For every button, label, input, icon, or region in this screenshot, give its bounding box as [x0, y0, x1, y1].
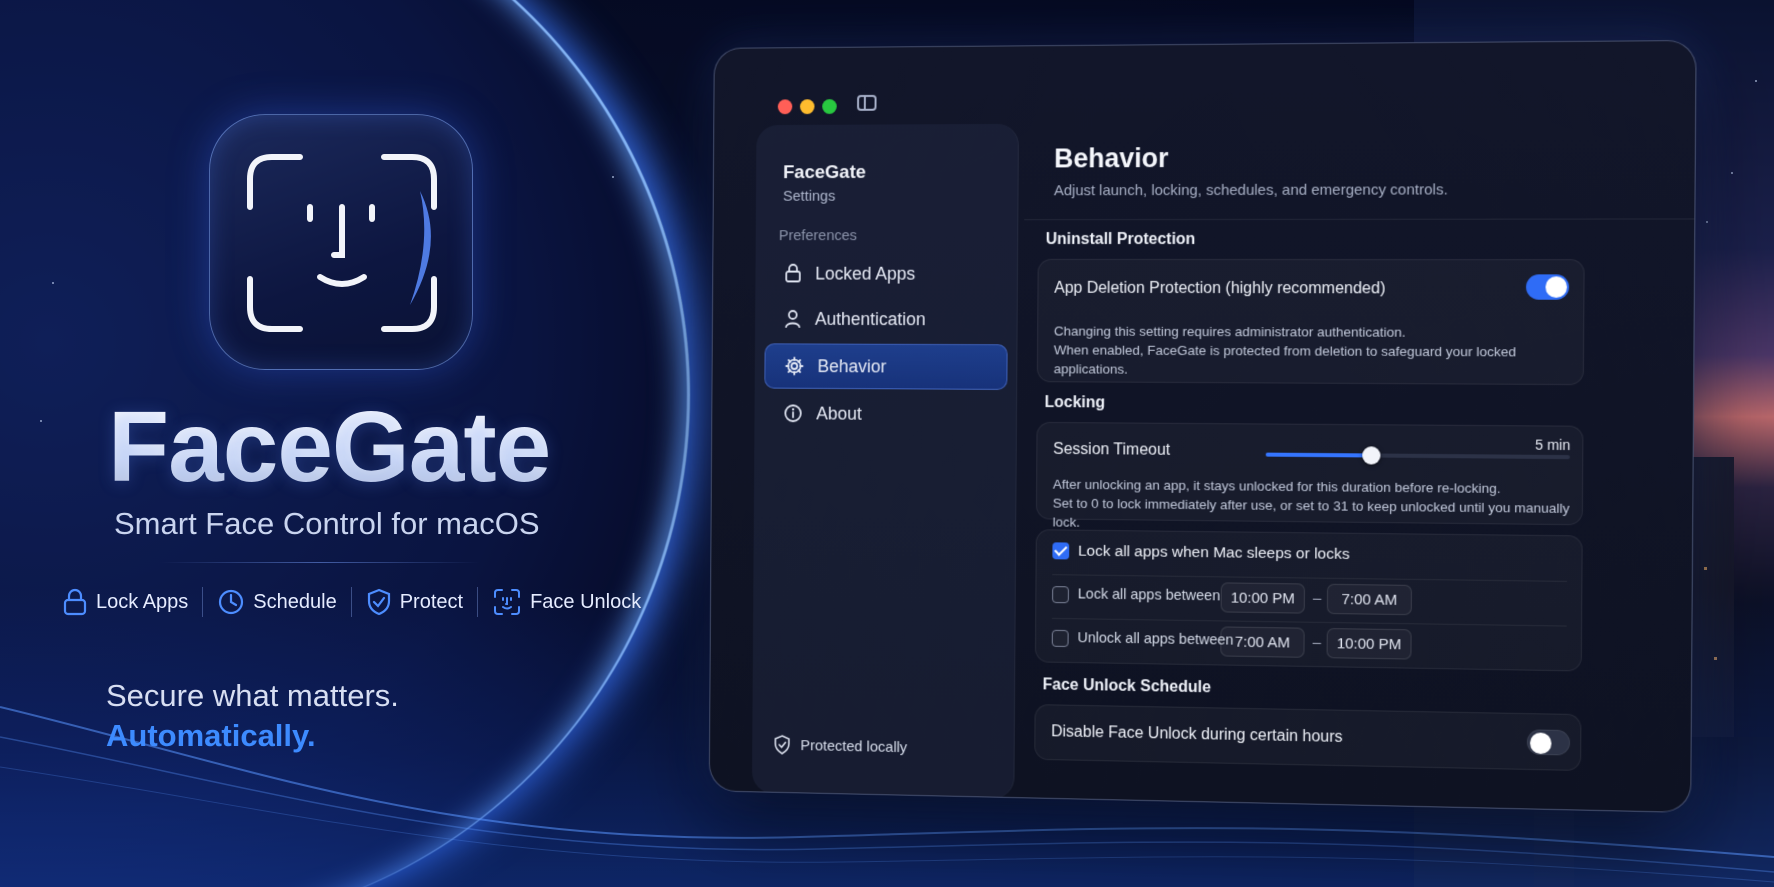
sidebar-item-locked-apps[interactable]: Locked Apps: [765, 251, 1008, 297]
sleep-lock-checkbox[interactable]: [1052, 542, 1069, 559]
sidebar-item-label: Locked Apps: [815, 263, 915, 284]
lock-between-checkbox[interactable]: [1052, 586, 1069, 603]
session-timeout-value: 5 min: [1535, 437, 1570, 454]
disable-face-unlock-label: Disable Face Unlock during certain hours: [1051, 723, 1343, 747]
lock-between-label: Lock all apps between: [1078, 586, 1221, 604]
sidebar-app-name: FaceGate: [783, 162, 866, 184]
feature-label: Face Unlock: [530, 591, 641, 614]
facegate-app-icon: [209, 114, 473, 370]
lock-icon: [62, 588, 88, 616]
feature-lock-apps: Lock Apps: [48, 588, 202, 616]
session-timeout-slider-thumb[interactable]: [1362, 446, 1380, 464]
section-locking: Locking: [1045, 394, 1106, 412]
brand-title: FaceGate: [108, 390, 550, 505]
feature-protect: Protect: [352, 588, 477, 616]
app-deletion-protection-label: App Deletion Protection (highly recommen…: [1054, 280, 1385, 299]
sidebar-app-subtitle: Settings: [783, 188, 835, 205]
time-range-dash: –: [1313, 634, 1322, 651]
feature-label: Protect: [400, 591, 463, 614]
uninstall-protection-card: App Deletion Protection (highly recommen…: [1037, 259, 1585, 385]
protection-status-text: Protected locally: [800, 737, 907, 756]
unlock-between-checkbox[interactable]: [1052, 630, 1069, 647]
shield-check-icon: [366, 588, 392, 616]
lock-start-time-field[interactable]: 10:00 PM: [1221, 582, 1305, 613]
info-icon: [783, 403, 802, 423]
clock-icon: [217, 588, 245, 616]
feature-schedule: Schedule: [203, 588, 350, 616]
time-range-dash: –: [1313, 590, 1322, 607]
page-title: Behavior: [1054, 143, 1169, 174]
session-timeout-slider[interactable]: [1266, 453, 1570, 460]
sidebar-item-behavior[interactable]: Behavior: [764, 343, 1007, 390]
disable-face-unlock-toggle[interactable]: [1527, 729, 1570, 755]
tagline-divider: [160, 562, 480, 563]
lock-icon: [784, 264, 801, 284]
sidebar: FaceGate Settings Preferences Locked App…: [752, 124, 1019, 799]
tagline: Smart Face Control for macOS: [114, 506, 540, 542]
person-icon: [784, 309, 801, 329]
feature-label: Lock Apps: [96, 591, 188, 614]
sidebar-item-about[interactable]: About: [764, 391, 1007, 438]
page-subtitle: Adjust launch, locking, schedules, and e…: [1054, 181, 1448, 199]
main-panel: Behavior Adjust launch, locking, schedul…: [1020, 41, 1696, 812]
feature-label: Schedule: [253, 591, 336, 614]
sidebar-section-label: Preferences: [779, 227, 857, 244]
unlock-end-time-field[interactable]: 10:00 PM: [1327, 628, 1412, 660]
settings-window: FaceGate Settings Preferences Locked App…: [709, 40, 1697, 813]
session-timeout-label: Session Timeout: [1053, 441, 1170, 460]
section-face-unlock-schedule: Face Unlock Schedule: [1043, 676, 1211, 697]
close-window-button[interactable]: [778, 99, 793, 114]
session-timeout-card: Session Timeout 5 min After unlocking an…: [1036, 422, 1584, 525]
zoom-window-button[interactable]: [822, 99, 837, 114]
feature-list: Lock Apps Schedule Protect Face Unlock: [48, 587, 655, 617]
shield-check-icon: [773, 735, 790, 755]
app-deletion-protection-toggle[interactable]: [1526, 274, 1569, 299]
feature-face-unlock: Face Unlock: [478, 587, 655, 617]
sidebar-item-label: Behavior: [817, 356, 886, 377]
lock-end-time-field[interactable]: 7:00 AM: [1327, 584, 1412, 615]
sidebar-item-authentication[interactable]: Authentication: [765, 296, 1008, 342]
gear-icon: [785, 356, 804, 376]
sidebar-item-label: About: [816, 403, 862, 424]
minimize-window-button[interactable]: [800, 99, 815, 114]
section-uninstall-protection: Uninstall Protection: [1046, 231, 1196, 249]
sidebar-toggle-icon[interactable]: [857, 95, 877, 111]
slogan-line-1: Secure what matters.: [106, 678, 399, 714]
uninstall-help-line-1: Changing this setting requires administr…: [1054, 322, 1406, 342]
face-id-icon: [210, 115, 474, 371]
sidebar-item-label: Authentication: [815, 309, 926, 330]
unlock-start-time-field[interactable]: 7:00 AM: [1220, 626, 1304, 657]
lock-schedule-card: Lock all apps when Mac sleeps or locks L…: [1035, 529, 1583, 671]
protection-status: Protected locally: [773, 735, 907, 757]
uninstall-help-line-2: When enabled, FaceGate is protected from…: [1054, 340, 1583, 381]
unlock-between-label: Unlock all apps between: [1077, 630, 1233, 648]
face-unlock-schedule-card: Disable Face Unlock during certain hours: [1034, 704, 1581, 771]
sleep-lock-label: Lock all apps when Mac sleeps or locks: [1078, 543, 1350, 564]
face-id-icon: [492, 587, 522, 617]
slogan-line-2: Automatically.: [106, 718, 316, 754]
